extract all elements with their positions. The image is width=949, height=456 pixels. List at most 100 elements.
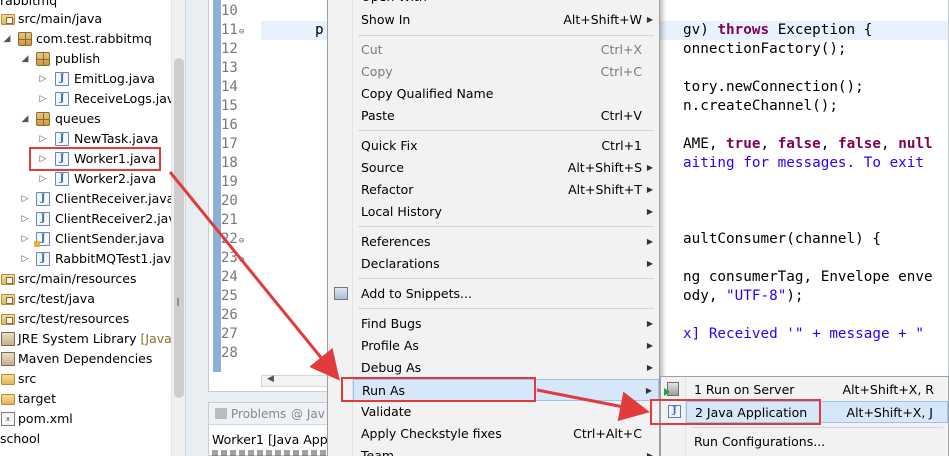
tree-item-receivelogs[interactable]: ▷ J ReceiveLogs.java xyxy=(0,89,182,109)
tree-item-jre-library[interactable]: JRE System Library [JavaSE xyxy=(0,329,185,349)
tree-item-label: school xyxy=(0,431,41,446)
tree-item-school[interactable]: school xyxy=(0,429,170,449)
scroll-left-icon[interactable]: ◀ xyxy=(267,374,274,384)
tree-item-rabbitmqtest1[interactable]: ▷ J RabbitMQTest1.java xyxy=(0,249,179,269)
menu-item-shortcut: Ctrl+X xyxy=(600,42,642,57)
tree-item-pom[interactable]: x pom.xml xyxy=(0,409,170,429)
menu-item-show-in[interactable]: Show In Alt+Shift+W ▶ xyxy=(353,9,659,31)
menu-item-copy[interactable]: Copy Ctrl+C xyxy=(353,61,659,83)
code-line-18: aiting for messages. To exit xyxy=(683,155,925,171)
menu-item-open-with[interactable]: Open With ▶ xyxy=(353,0,659,8)
submenu-arrow-icon: ▶ xyxy=(646,237,653,246)
tree-item-worker2[interactable]: ▷ J Worker2.java xyxy=(0,169,170,189)
menu-item-copy-qualified-name[interactable]: Copy Qualified Name xyxy=(353,83,659,105)
menu-separator xyxy=(358,308,654,309)
menu-item-label: Validate xyxy=(361,404,412,419)
project-explorer: rabbitmq src/main/java ◢ com.test.rabbit… xyxy=(0,0,186,456)
tree-item-src-main-java[interactable]: src/main/java xyxy=(0,9,170,29)
line-number-text: 11 xyxy=(221,22,238,38)
code-line-17: AME, true, false, false, null xyxy=(683,135,933,154)
collapsed-arrow-icon[interactable]: ▷ xyxy=(38,89,48,109)
menu-item-refactor[interactable]: Refactor Alt+Shift+T ▶ xyxy=(353,179,659,201)
menu-item-label: Apply Checkstyle fixes xyxy=(361,426,502,441)
code-text: gv) xyxy=(683,22,718,38)
menu-item-shortcut: Ctrl+Alt+C xyxy=(573,426,642,441)
tree-item-src[interactable]: src xyxy=(0,369,170,389)
highlight-box-java-application xyxy=(650,399,821,425)
expanded-arrow-icon[interactable]: ◢ xyxy=(2,29,12,49)
menu-item-local-history[interactable]: Local History ▶ xyxy=(353,201,659,223)
code-text: , xyxy=(881,136,899,152)
collapsed-arrow-icon[interactable]: ▷ xyxy=(38,129,48,149)
line-number: 27 xyxy=(221,326,238,342)
menu-item-quick-fix[interactable]: Quick Fix Ctrl+1 xyxy=(353,135,659,157)
menu-item-label: Show In xyxy=(361,12,411,27)
expanded-arrow-icon[interactable]: ◢ xyxy=(20,109,30,129)
menu-item-label: Local History xyxy=(361,204,442,219)
menu-item-debug-as[interactable]: Debug As ▶ xyxy=(353,357,659,379)
tree-item-label: JRE System Library [JavaSE xyxy=(18,329,185,349)
fold-icon[interactable]: ⊖ xyxy=(239,236,244,246)
menu-item-validate[interactable]: Validate xyxy=(353,401,659,423)
tree-item-clientsender[interactable]: ▷ J ClientSender.java xyxy=(0,229,170,249)
tree-item-src-main-resources[interactable]: src/main/resources xyxy=(0,269,170,289)
collapsed-arrow-icon[interactable]: ▷ xyxy=(20,249,30,269)
fold-icon[interactable]: ⊖ xyxy=(239,27,244,37)
scrollbar-thumb[interactable] xyxy=(174,58,184,398)
collapsed-arrow-icon[interactable]: ▷ xyxy=(38,69,48,89)
tab-problems[interactable]: Problems xyxy=(215,407,286,421)
menu-item-declarations[interactable]: Declarations ▶ xyxy=(353,253,659,275)
tree-item-clientreceiver2[interactable]: ▷ J ClientReceiver2.java xyxy=(0,209,183,229)
code-line-11-right: gv) throws Exception { xyxy=(683,21,872,40)
tree-item-src-test-resources[interactable]: src/test/resources xyxy=(0,309,170,329)
tab-label: Problems xyxy=(231,407,287,421)
line-number: 13 xyxy=(221,60,238,76)
menu-item-run-on-server[interactable]: 1 Run on Server Alt+Shift+X, R xyxy=(664,379,948,401)
tab-javadoc[interactable]: @ Jav xyxy=(291,407,325,421)
collapsed-arrow-icon[interactable]: ▷ xyxy=(20,189,30,209)
tree-item-package-rabbitmq[interactable]: ◢ com.test.rabbitmq xyxy=(0,29,170,49)
code-string: "UTF-8" xyxy=(726,288,787,304)
tree-item-package-publish[interactable]: ◢ publish xyxy=(0,49,170,69)
scrollbar-grip-icon: ‖ xyxy=(176,297,180,306)
tree-item-label: src/test/java xyxy=(18,291,95,306)
highlight-box-run-as xyxy=(341,377,536,402)
expanded-arrow-icon[interactable]: ◢ xyxy=(20,49,30,69)
fold-icon[interactable]: ⊖ xyxy=(239,255,244,265)
line-number: 21 xyxy=(221,212,238,228)
line-number: 17 xyxy=(221,136,238,152)
menu-item-apply-checkstyle[interactable]: Apply Checkstyle fixes Ctrl+Alt+C xyxy=(353,423,659,445)
menu-item-references[interactable]: References ▶ xyxy=(353,231,659,253)
menu-item-label: Profile As xyxy=(361,338,419,353)
menu-item-source[interactable]: Source Alt+Shift+S ▶ xyxy=(353,157,659,179)
collapsed-arrow-icon[interactable]: ▷ xyxy=(20,209,30,229)
tree-item-src-test-java[interactable]: src/test/java xyxy=(0,289,170,309)
menu-item-team[interactable]: Team ▶ xyxy=(353,445,659,456)
menu-item-profile-as[interactable]: Profile As ▶ xyxy=(353,335,659,357)
tree-item-target[interactable]: target xyxy=(0,389,170,409)
menu-item-paste[interactable]: Paste Ctrl+V xyxy=(353,105,659,127)
tree-item-clientreceiver[interactable]: ▷ J ClientReceiver.java xyxy=(0,189,174,209)
menu-item-find-bugs[interactable]: Find Bugs ▶ xyxy=(353,313,659,335)
menu-item-add-to-snippets[interactable]: Add to Snippets... xyxy=(334,283,659,305)
explorer-scrollbar[interactable]: ‖ xyxy=(171,0,185,456)
menu-item-cut[interactable]: Cut Ctrl+X xyxy=(353,39,659,61)
tree-item-emitlog[interactable]: ▷ J EmitLog.java xyxy=(0,69,170,89)
tree-item-maven-dependencies[interactable]: Maven Dependencies xyxy=(0,349,170,369)
menu-item-shortcut: Alt+Shift+X, R xyxy=(842,382,934,397)
code-text: , xyxy=(820,136,838,152)
tree-item-package-queues[interactable]: ◢ queues xyxy=(0,109,170,129)
package-icon xyxy=(36,52,50,66)
collapsed-arrow-icon[interactable]: ▷ xyxy=(20,229,30,249)
menu-item-shortcut: Alt+Shift+S xyxy=(567,160,642,175)
xml-file-icon: x xyxy=(1,412,15,426)
menu-item-label: Refactor xyxy=(361,182,414,197)
snippets-icon xyxy=(334,287,348,300)
tree-item-newtask[interactable]: ▷ J NewTask.java xyxy=(0,129,170,149)
line-number: 19 xyxy=(221,174,238,190)
folder-icon xyxy=(1,394,15,405)
menu-item-run-configurations[interactable]: Run Configurations... xyxy=(686,431,948,453)
menu-item-label: Run Configurations... xyxy=(694,434,826,449)
collapsed-arrow-icon[interactable]: ▷ xyxy=(38,169,48,189)
code-keyword: null xyxy=(898,136,933,152)
